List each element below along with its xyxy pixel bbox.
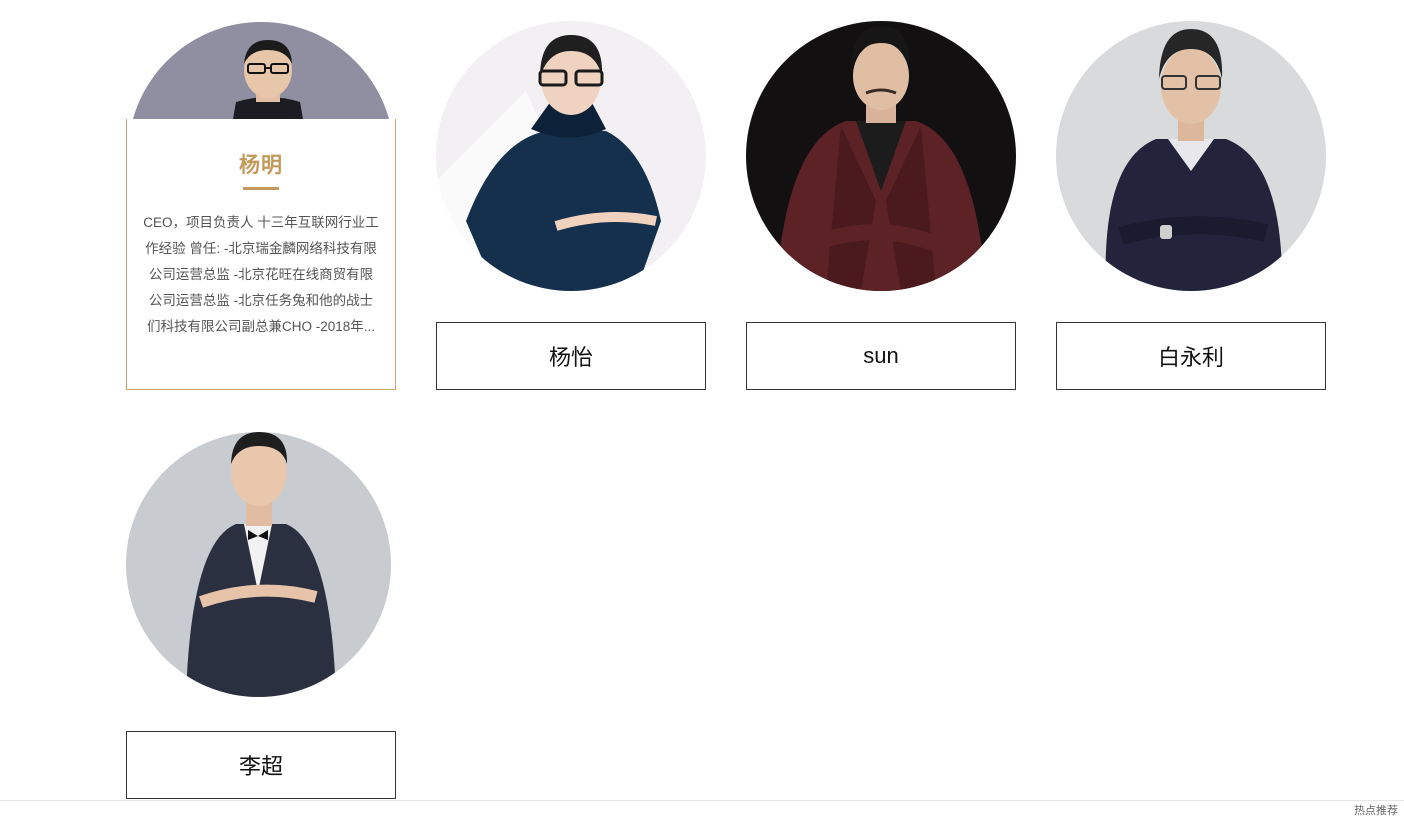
member-name-button[interactable]: sun: [746, 322, 1016, 390]
member-bio: CEO，项目负责人 十三年互联网行业工作经验 曾任: -北京瑞金麟网络科技有限公…: [143, 215, 379, 334]
member-name-button[interactable]: 杨怡: [436, 322, 706, 390]
member-detail-panel: 杨明 CEO，项目负责人 十三年互联网行业工作经验 曾任: -北京瑞金麟网络科技…: [126, 119, 396, 390]
member-name: 白永利: [1157, 345, 1224, 370]
member-name: 杨怡: [548, 345, 593, 370]
member-name-button[interactable]: 李超: [126, 731, 396, 799]
hot-recommend-link[interactable]: 热点推荐: [1354, 802, 1398, 818]
member-photo-li-chao: [126, 432, 391, 697]
member-name: 杨明: [239, 154, 283, 177]
member-photo-yang-yi: [436, 21, 706, 291]
member-name-button[interactable]: 白永利: [1056, 322, 1326, 390]
member-photo-sun: [746, 21, 1016, 291]
member-photo-yang-ming: [128, 22, 394, 119]
member-name: 李超: [238, 754, 283, 779]
name-underline: [243, 187, 279, 190]
footer-divider: [0, 800, 1404, 801]
member-photo-bai-yong-li: [1056, 21, 1326, 291]
member-name: sun: [863, 343, 899, 368]
